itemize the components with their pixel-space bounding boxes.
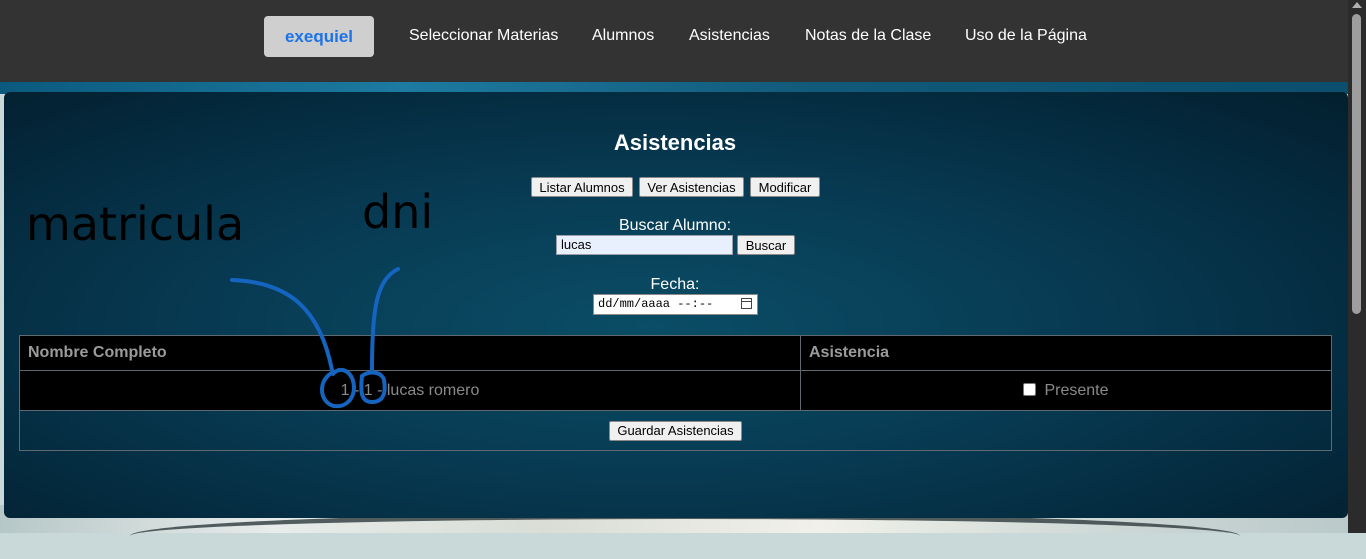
search-input[interactable]: lucas — [556, 235, 733, 255]
nav-link-seleccionar-materias[interactable]: Seleccionar Materias — [409, 27, 558, 45]
scroll-up-arrow-icon[interactable] — [1352, 2, 1362, 8]
fecha-input[interactable]: dd/mm/aaaa --:-- — [593, 294, 758, 315]
cell-footer: Guardar Asistencias — [19, 410, 1332, 451]
ver-asistencias-button[interactable]: Ver Asistencias — [639, 177, 744, 197]
table-row: 1 - 1 - lucas romero Presente — [19, 370, 1332, 411]
fecha-placeholder: dd/mm/aaaa --:-- — [598, 297, 714, 311]
table-header-row: Nombre Completo Asistencia — [19, 335, 1332, 371]
listar-alumnos-button[interactable]: Listar Alumnos — [531, 177, 633, 197]
presente-label: Presente — [1044, 381, 1109, 399]
annotation-matricula: matricula — [26, 197, 245, 251]
table-footer-row: Guardar Asistencias — [19, 410, 1332, 451]
modificar-button[interactable]: Modificar — [750, 177, 820, 197]
annotation-dni: dni — [362, 185, 434, 239]
header-nombre: Nombre Completo — [19, 335, 801, 371]
fecha-label: Fecha: — [650, 276, 700, 293]
cell-asistencia: Presente — [800, 370, 1332, 411]
cell-nombre: 1 - 1 - lucas romero — [19, 370, 801, 411]
header-asistencia: Asistencia — [800, 335, 1332, 371]
presente-checkbox[interactable] — [1023, 382, 1037, 396]
nav-link-notas[interactable]: Notas de la Clase — [805, 27, 931, 45]
scroll-thumb[interactable] — [1352, 14, 1361, 314]
guardar-asistencias-button[interactable]: Guardar Asistencias — [609, 420, 742, 441]
attendance-table: Nombre Completo Asistencia 1 - 1 - lucas… — [19, 335, 1332, 451]
buscar-button[interactable]: Buscar — [737, 235, 795, 255]
nav-link-alumnos[interactable]: Alumnos — [592, 27, 654, 45]
user-button[interactable]: exequiel — [264, 16, 374, 57]
calendar-icon[interactable] — [741, 298, 752, 309]
nav-link-uso[interactable]: Uso de la Página — [965, 27, 1087, 45]
scrollbar[interactable] — [1348, 0, 1366, 533]
nav-link-asistencias[interactable]: Asistencias — [689, 27, 770, 45]
page-title: Asistencias — [613, 130, 737, 155]
top-navbar: exequiel Seleccionar Materias Alumnos As… — [0, 0, 1348, 82]
attendance-panel: Asistencias Listar Alumnos Ver Asistenci… — [4, 92, 1348, 518]
